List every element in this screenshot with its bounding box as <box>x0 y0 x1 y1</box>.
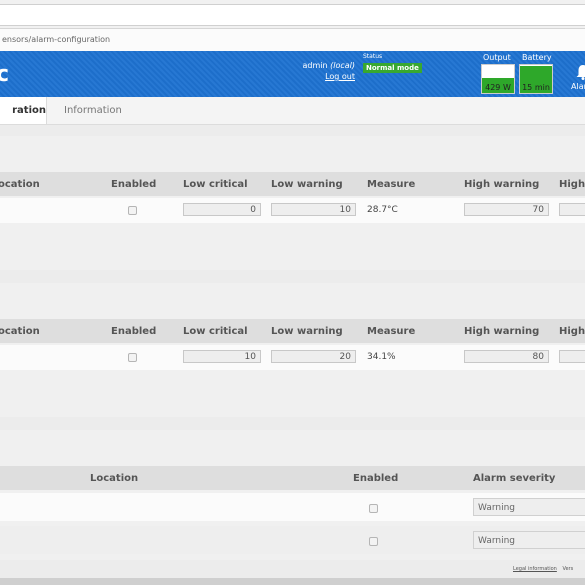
alarm-severity-select[interactable]: Warning <box>473 498 585 516</box>
column-location: ocation <box>0 326 40 337</box>
status-badge: Normal mode <box>363 63 422 73</box>
column-high: High <box>559 326 585 337</box>
temperature-table-header: ocation Enabled Low critical Low warning… <box>0 172 585 196</box>
column-high: High <box>559 179 585 190</box>
column-enabled: Enabled <box>111 179 157 190</box>
legal-information-link[interactable]: Legal information <box>513 566 557 572</box>
contact-table-header: Location Enabled Alarm severity <box>0 466 585 490</box>
enabled-checkbox[interactable] <box>128 353 137 362</box>
battery-meter[interactable]: 15 min <box>519 64 553 94</box>
battery-value: 15 min <box>522 83 550 92</box>
enabled-checkbox[interactable] <box>128 206 137 215</box>
browser-toolbar <box>0 0 585 29</box>
measure-value: 34.1% <box>367 352 396 362</box>
column-low-critical: Low critical <box>183 179 248 190</box>
column-enabled: Enabled <box>353 473 399 484</box>
tab-bar: ration Information <box>0 97 585 125</box>
high-input[interactable] <box>559 350 585 363</box>
column-alarm-severity: Alarm severity <box>473 473 556 484</box>
column-measure: Measure <box>367 179 416 190</box>
footer-links: Legal information Vers <box>513 566 573 572</box>
column-high-warning: High warning <box>464 326 540 337</box>
tab-information[interactable]: Information <box>64 97 122 124</box>
high-warning-input[interactable]: 70 <box>464 203 549 216</box>
column-high-warning: High warning <box>464 179 540 190</box>
app-logo: c <box>0 62 10 87</box>
tab-configuration[interactable]: ration <box>0 97 47 124</box>
output-label: Output <box>483 53 511 62</box>
logout-link[interactable]: Log out <box>235 72 355 81</box>
column-location: ocation <box>0 179 40 190</box>
humidity-row: 10 20 34.1% 80 <box>0 345 585 370</box>
battery-label: Battery <box>522 53 552 62</box>
output-meter[interactable]: 429 W <box>481 64 515 94</box>
user-realm: (local) <box>330 61 355 70</box>
contact-row: Warning <box>0 493 585 521</box>
column-enabled: Enabled <box>111 326 157 337</box>
high-input[interactable] <box>559 203 585 216</box>
column-low-warning: Low warning <box>271 326 343 337</box>
window-bottom-bar <box>0 578 585 585</box>
low-warning-input[interactable]: 20 <box>271 350 356 363</box>
alarm-severity-select[interactable]: Warning <box>473 531 585 549</box>
column-measure: Measure <box>367 326 416 337</box>
low-critical-input[interactable]: 0 <box>183 203 261 216</box>
enabled-checkbox[interactable] <box>369 504 378 513</box>
bell-icon[interactable] <box>576 64 585 83</box>
measure-value: 28.7°C <box>367 205 398 215</box>
breadcrumb-path[interactable]: ensors/alarm-configuration <box>2 35 110 44</box>
enabled-checkbox[interactable] <box>369 537 378 546</box>
high-warning-input[interactable]: 80 <box>464 350 549 363</box>
user-name: admin <box>302 61 328 70</box>
alarms-label[interactable]: Alar <box>571 82 585 91</box>
low-critical-input[interactable]: 10 <box>183 350 261 363</box>
low-warning-input[interactable]: 10 <box>271 203 356 216</box>
user-block: admin (local) Log out <box>235 61 355 81</box>
temperature-row: 0 10 28.7°C 70 <box>0 198 585 223</box>
breadcrumb-bar: ensors/alarm-configuration <box>0 29 585 52</box>
user-identity: admin (local) <box>235 61 355 70</box>
output-value: 429 W <box>485 83 511 92</box>
column-low-critical: Low critical <box>183 326 248 337</box>
column-low-warning: Low warning <box>271 179 343 190</box>
column-location: Location <box>90 473 139 484</box>
browser-address-field[interactable] <box>0 4 585 26</box>
version-text: Vers <box>562 566 574 572</box>
contact-row: Warning <box>0 526 585 554</box>
status-label: Status <box>363 53 383 60</box>
humidity-table-header: ocation Enabled Low critical Low warning… <box>0 319 585 343</box>
